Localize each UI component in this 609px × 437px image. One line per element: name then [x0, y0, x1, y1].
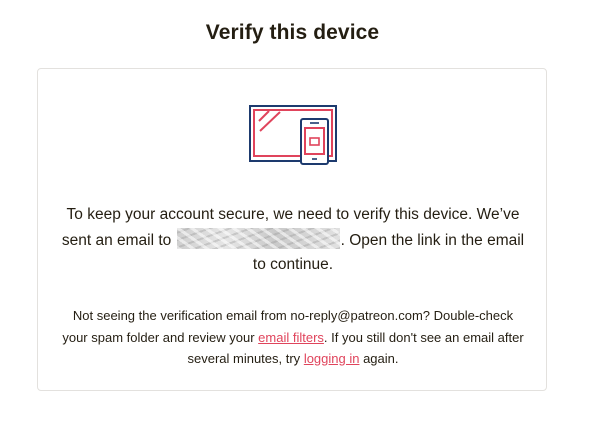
help-message: Not seeing the verification email from n… [62, 305, 524, 370]
email-filters-link[interactable]: email filters [258, 330, 324, 345]
page-title: Verify this device [205, 21, 380, 44]
verify-card: To keep your account secure, we need to … [37, 68, 547, 391]
verify-device-page: Verify this device To keep your account … [0, 0, 609, 437]
help-text-part3: again. [359, 351, 399, 366]
redacted-email [176, 227, 340, 249]
verification-message: To keep your account secure, we need to … [58, 203, 528, 278]
logging-in-link[interactable]: logging in [304, 351, 360, 366]
laptop-and-phone-icon [249, 105, 339, 167]
